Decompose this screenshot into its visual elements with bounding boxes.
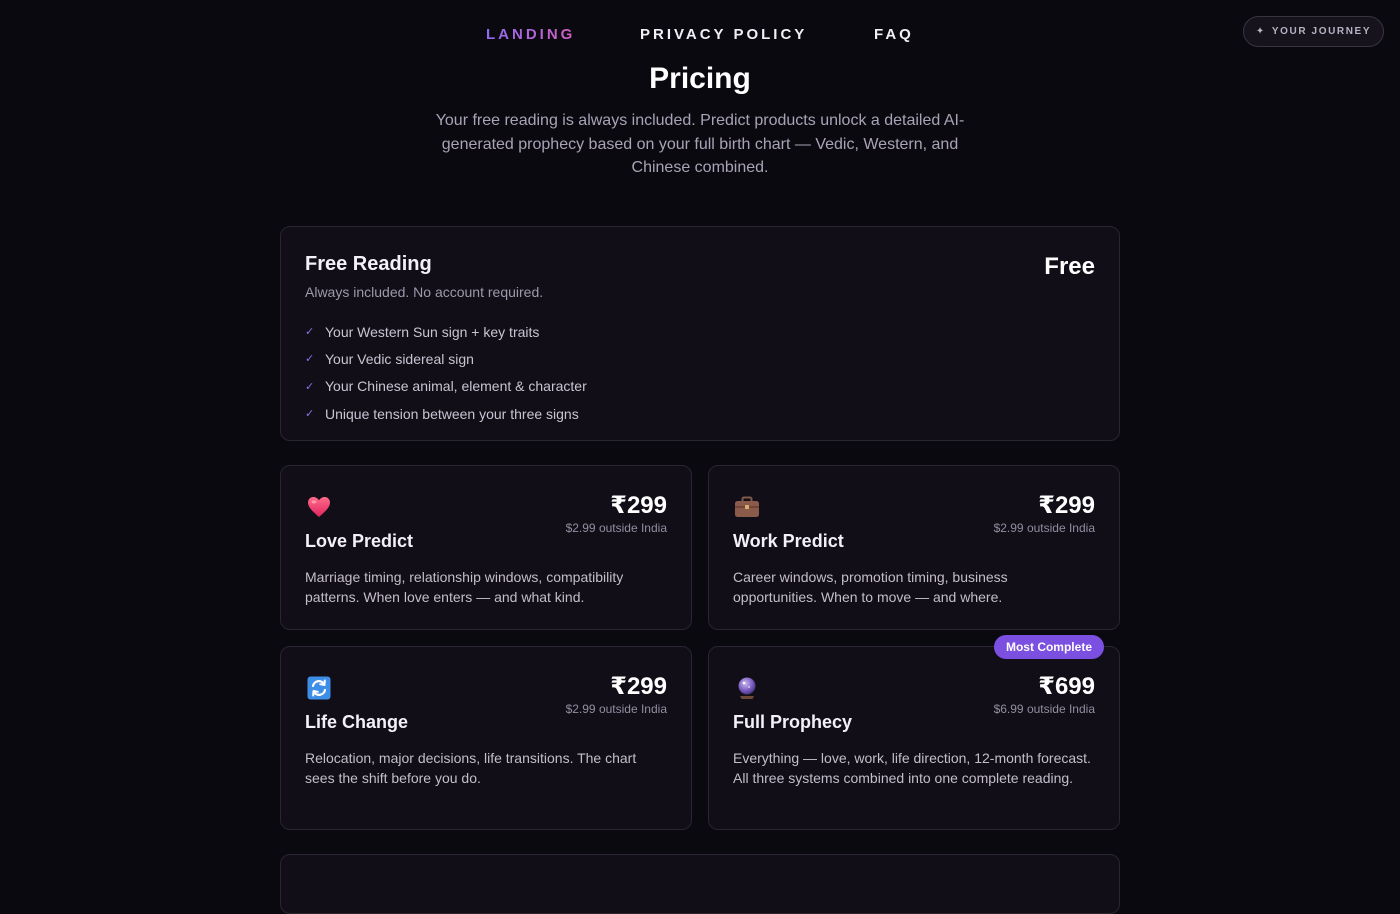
free-reading-card: Free Reading Always included. No account… — [280, 226, 1120, 441]
product-intl-price: $2.99 outside India — [993, 521, 1095, 535]
page-title: Pricing — [649, 62, 751, 95]
free-reading-title: Free Reading — [305, 253, 432, 275]
product-price: ₹299 — [1038, 492, 1095, 519]
life-change-card[interactable]: Life Change ₹299 $2.99 outside India Rel… — [280, 646, 692, 830]
nav-item-faq[interactable]: FAQ — [874, 26, 914, 43]
nav-item-privacy-policy[interactable]: PRIVACY POLICY — [640, 26, 807, 43]
check-icon: ✓ — [305, 353, 315, 366]
product-description: Relocation, major decisions, life transi… — [305, 750, 637, 786]
free-feature-list: ✓ Your Western Sun sign + key traits ✓ You… — [305, 318, 587, 427]
check-icon: ✓ — [305, 408, 315, 421]
check-icon: ✓ — [305, 326, 315, 339]
sparkle-icon: ✦ — [1255, 26, 1266, 37]
feature-item: ✓ Your Western Sun sign + key traits — [305, 323, 540, 340]
product-description: Career windows, promotion timing, busine… — [733, 569, 1008, 605]
check-icon: ✓ — [305, 380, 315, 393]
crystal-ball-icon — [733, 675, 761, 701]
heart-icon — [305, 494, 333, 520]
product-description: Marriage timing, relationship windows, c… — [305, 569, 624, 605]
free-reading-price: Free — [1044, 253, 1095, 280]
nav-item-landing[interactable]: LANDING — [486, 26, 575, 43]
briefcase-icon — [733, 494, 761, 520]
product-intl-price: $6.99 outside India — [993, 702, 1095, 716]
product-description: Everything — love, work, life direction,… — [733, 750, 1091, 786]
love-predict-card[interactable]: Love Predict ₹299 $2.99 outside India Ma… — [280, 465, 692, 630]
product-price: ₹299 — [610, 673, 667, 700]
full-prophecy-card[interactable]: Full Prophecy ₹699 $6.99 outside India E… — [708, 646, 1120, 830]
free-reading-description: Always included. No account required. — [305, 284, 544, 300]
your-journey-label: YOUR JOURNEY — [1271, 26, 1372, 37]
feature-item: ✓ Your Chinese animal, element & characte… — [305, 378, 587, 395]
page-subtitle: Your free reading is always included. Pr… — [435, 112, 965, 176]
cycle-arrows-icon — [305, 675, 333, 701]
product-price: ₹299 — [610, 492, 667, 519]
most-complete-badge: Most Complete — [994, 635, 1104, 659]
product-intl-price: $2.99 outside India — [565, 521, 667, 535]
next-card-partial — [280, 854, 1120, 914]
your-journey-button[interactable]: ✦ YOUR JOURNEY — [1243, 16, 1384, 47]
product-price: ₹699 — [1038, 673, 1095, 700]
product-name: Life Change — [305, 712, 409, 732]
product-name: Full Prophecy — [733, 712, 853, 732]
product-name: Work Predict — [733, 531, 844, 551]
product-intl-price: $2.99 outside India — [565, 702, 667, 716]
work-predict-card[interactable]: Work Predict ₹299 $2.99 outside India Ca… — [708, 465, 1120, 630]
feature-item: ✓ Your Vedic sidereal sign — [305, 350, 474, 367]
product-name: Love Predict — [305, 531, 414, 551]
feature-item: ✓ Unique tension between your three signs — [305, 405, 579, 422]
